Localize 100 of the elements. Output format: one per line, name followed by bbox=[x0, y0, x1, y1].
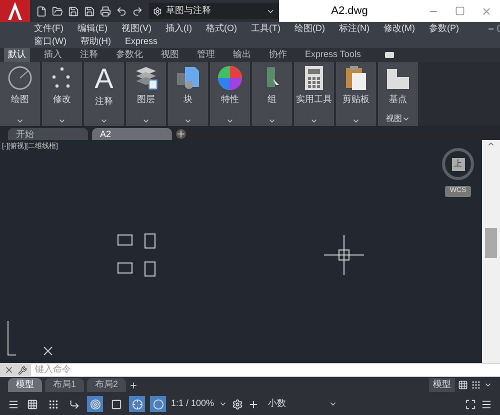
panel-label: 修改 bbox=[53, 93, 71, 106]
ribbon-panel[interactable]: 基点 视图 bbox=[378, 62, 418, 126]
grid-icon[interactable] bbox=[458, 380, 468, 390]
close-icon[interactable] bbox=[4, 365, 14, 375]
status-toggle-button[interactable] bbox=[87, 396, 103, 412]
panel-label: 图层 bbox=[137, 93, 155, 106]
circle-icon bbox=[7, 65, 33, 91]
ribbon-panel[interactable]: 剪贴板 bbox=[336, 62, 376, 126]
caret-icon[interactable] bbox=[142, 117, 150, 125]
caret-icon[interactable] bbox=[268, 117, 276, 125]
save-icon[interactable] bbox=[68, 6, 79, 16]
units-dropdown[interactable]: 小数 bbox=[264, 397, 324, 411]
panel-label: 注释 bbox=[95, 95, 113, 108]
caret-icon[interactable] bbox=[219, 400, 228, 408]
document-tab[interactable]: A2 bbox=[92, 128, 172, 140]
ribbon-tab[interactable]: Express Tools bbox=[301, 48, 365, 62]
caret-icon[interactable] bbox=[58, 117, 66, 125]
new-file-icon[interactable] bbox=[36, 6, 47, 16]
ribbon-panel[interactable]: 组 bbox=[252, 62, 292, 126]
new-layout-icon[interactable] bbox=[129, 380, 138, 390]
ribbon-tab[interactable]: 插入 bbox=[40, 48, 66, 62]
window-title: A2.dwg bbox=[330, 4, 369, 19]
ribbon-tab[interactable]: 输出 bbox=[229, 48, 255, 62]
caret-icon[interactable] bbox=[402, 115, 410, 123]
settings-icon bbox=[153, 6, 162, 16]
menu-item[interactable]: 视图(V) bbox=[122, 22, 152, 36]
fullscreen-icon[interactable] bbox=[465, 398, 476, 410]
panel-label: 块 bbox=[184, 93, 192, 106]
wrench-icon[interactable] bbox=[18, 366, 27, 374]
menu-item[interactable]: 插入(I) bbox=[166, 22, 192, 36]
command-input-field[interactable]: 键入命令 bbox=[31, 364, 500, 376]
target-icon bbox=[90, 398, 100, 410]
viewcube[interactable]: 上 bbox=[442, 148, 474, 180]
layout-tab[interactable]: 布局1 bbox=[45, 378, 84, 392]
ribbon-panel[interactable]: A 注释 bbox=[84, 62, 124, 126]
ribbon-tab[interactable]: 注释 bbox=[76, 48, 102, 62]
app-logo-icon bbox=[6, 1, 24, 21]
customize-menu-icon[interactable] bbox=[481, 398, 492, 410]
ribbon-panel[interactable]: 特性 bbox=[210, 62, 250, 126]
ribbon-panel[interactable]: 修改 bbox=[42, 62, 82, 126]
dot-grid-icon bbox=[48, 398, 58, 410]
caret-icon[interactable] bbox=[16, 117, 24, 125]
document-tab[interactable]: 开始 bbox=[8, 128, 88, 140]
caret-icon[interactable] bbox=[100, 117, 108, 125]
annotation-scale-dropdown[interactable]: 1:1 / 100% bbox=[171, 397, 214, 411]
status-toggle-button[interactable] bbox=[150, 396, 166, 412]
undo-icon[interactable] bbox=[116, 6, 127, 16]
circle-icon bbox=[152, 398, 164, 410]
menu-item[interactable]: 参数(P) bbox=[429, 22, 459, 36]
caret-icon[interactable] bbox=[329, 400, 338, 408]
caret-icon[interactable] bbox=[226, 117, 234, 125]
close-icon[interactable] bbox=[481, 6, 492, 16]
redo-icon[interactable] bbox=[132, 6, 143, 16]
ribbon-tab[interactable]: 管理 bbox=[193, 48, 219, 62]
menu-icon[interactable] bbox=[8, 398, 19, 410]
clipboard-icon bbox=[343, 65, 369, 91]
ribbon-panel[interactable]: 块 bbox=[168, 62, 208, 126]
menu-item[interactable]: 文件(F) bbox=[34, 22, 64, 36]
ribbon-panel[interactable]: 图层 bbox=[126, 62, 166, 126]
color-wheel-icon bbox=[217, 65, 243, 91]
crosshair-icon bbox=[132, 398, 142, 410]
layout-tab[interactable]: 布局2 bbox=[87, 378, 126, 392]
panel-footer-label[interactable]: 视图 bbox=[386, 113, 402, 125]
menu-item[interactable]: 修改(M) bbox=[384, 22, 415, 36]
app-logo-button[interactable] bbox=[0, 0, 30, 22]
model-space-button[interactable]: 模型 bbox=[429, 378, 455, 392]
ribbon-tab[interactable]: 协作 bbox=[265, 48, 291, 62]
menu-item[interactable]: 工具(T) bbox=[251, 22, 280, 36]
ribbon-panel[interactable]: 绘图 bbox=[0, 62, 40, 126]
ribbon-tab[interactable]: 视图 bbox=[157, 48, 183, 62]
ribbon-tab[interactable]: 参数化 bbox=[112, 48, 147, 62]
drawing-shapes-drawing bbox=[117, 233, 157, 278]
menu-item[interactable]: 编辑(E) bbox=[78, 22, 108, 36]
maximize-icon[interactable] bbox=[455, 6, 465, 16]
menu-item[interactable]: 绘图(D) bbox=[294, 22, 325, 36]
status-toggle-button[interactable] bbox=[129, 396, 145, 412]
ribbon-tab[interactable]: 默认 bbox=[4, 48, 30, 62]
print-icon[interactable] bbox=[100, 6, 111, 16]
caret-icon[interactable] bbox=[352, 117, 360, 125]
vertical-scrollbar[interactable] bbox=[482, 140, 500, 363]
open-folder-icon[interactable] bbox=[52, 6, 63, 16]
snap-icon[interactable] bbox=[471, 380, 481, 390]
save-as-icon[interactable] bbox=[84, 6, 95, 16]
plus-icon[interactable] bbox=[248, 398, 260, 410]
menu-item[interactable]: Express bbox=[125, 34, 158, 48]
scroll-up-icon[interactable] bbox=[487, 140, 495, 148]
crosshair-cursor-icon bbox=[324, 235, 364, 275]
menu-item[interactable]: 窗口(W) bbox=[34, 34, 66, 48]
menu-item[interactable]: 标注(N) bbox=[339, 22, 370, 36]
caret-icon[interactable] bbox=[184, 117, 192, 125]
caret-icon[interactable] bbox=[484, 381, 492, 389]
menu-item[interactable]: 格式(O) bbox=[206, 22, 237, 36]
workspace-dropdown[interactable]: 草图与注释 bbox=[149, 3, 279, 19]
menu-item[interactable]: 帮助(H) bbox=[80, 34, 111, 48]
scrollbar-thumb[interactable] bbox=[485, 228, 497, 258]
caret-icon[interactable] bbox=[310, 117, 318, 125]
new-tab-icon[interactable] bbox=[176, 129, 186, 139]
layout-tab[interactable]: 模型 bbox=[8, 378, 42, 392]
ribbon-panel[interactable]: 实用工具 bbox=[294, 62, 334, 126]
settings-icon[interactable] bbox=[232, 398, 244, 410]
